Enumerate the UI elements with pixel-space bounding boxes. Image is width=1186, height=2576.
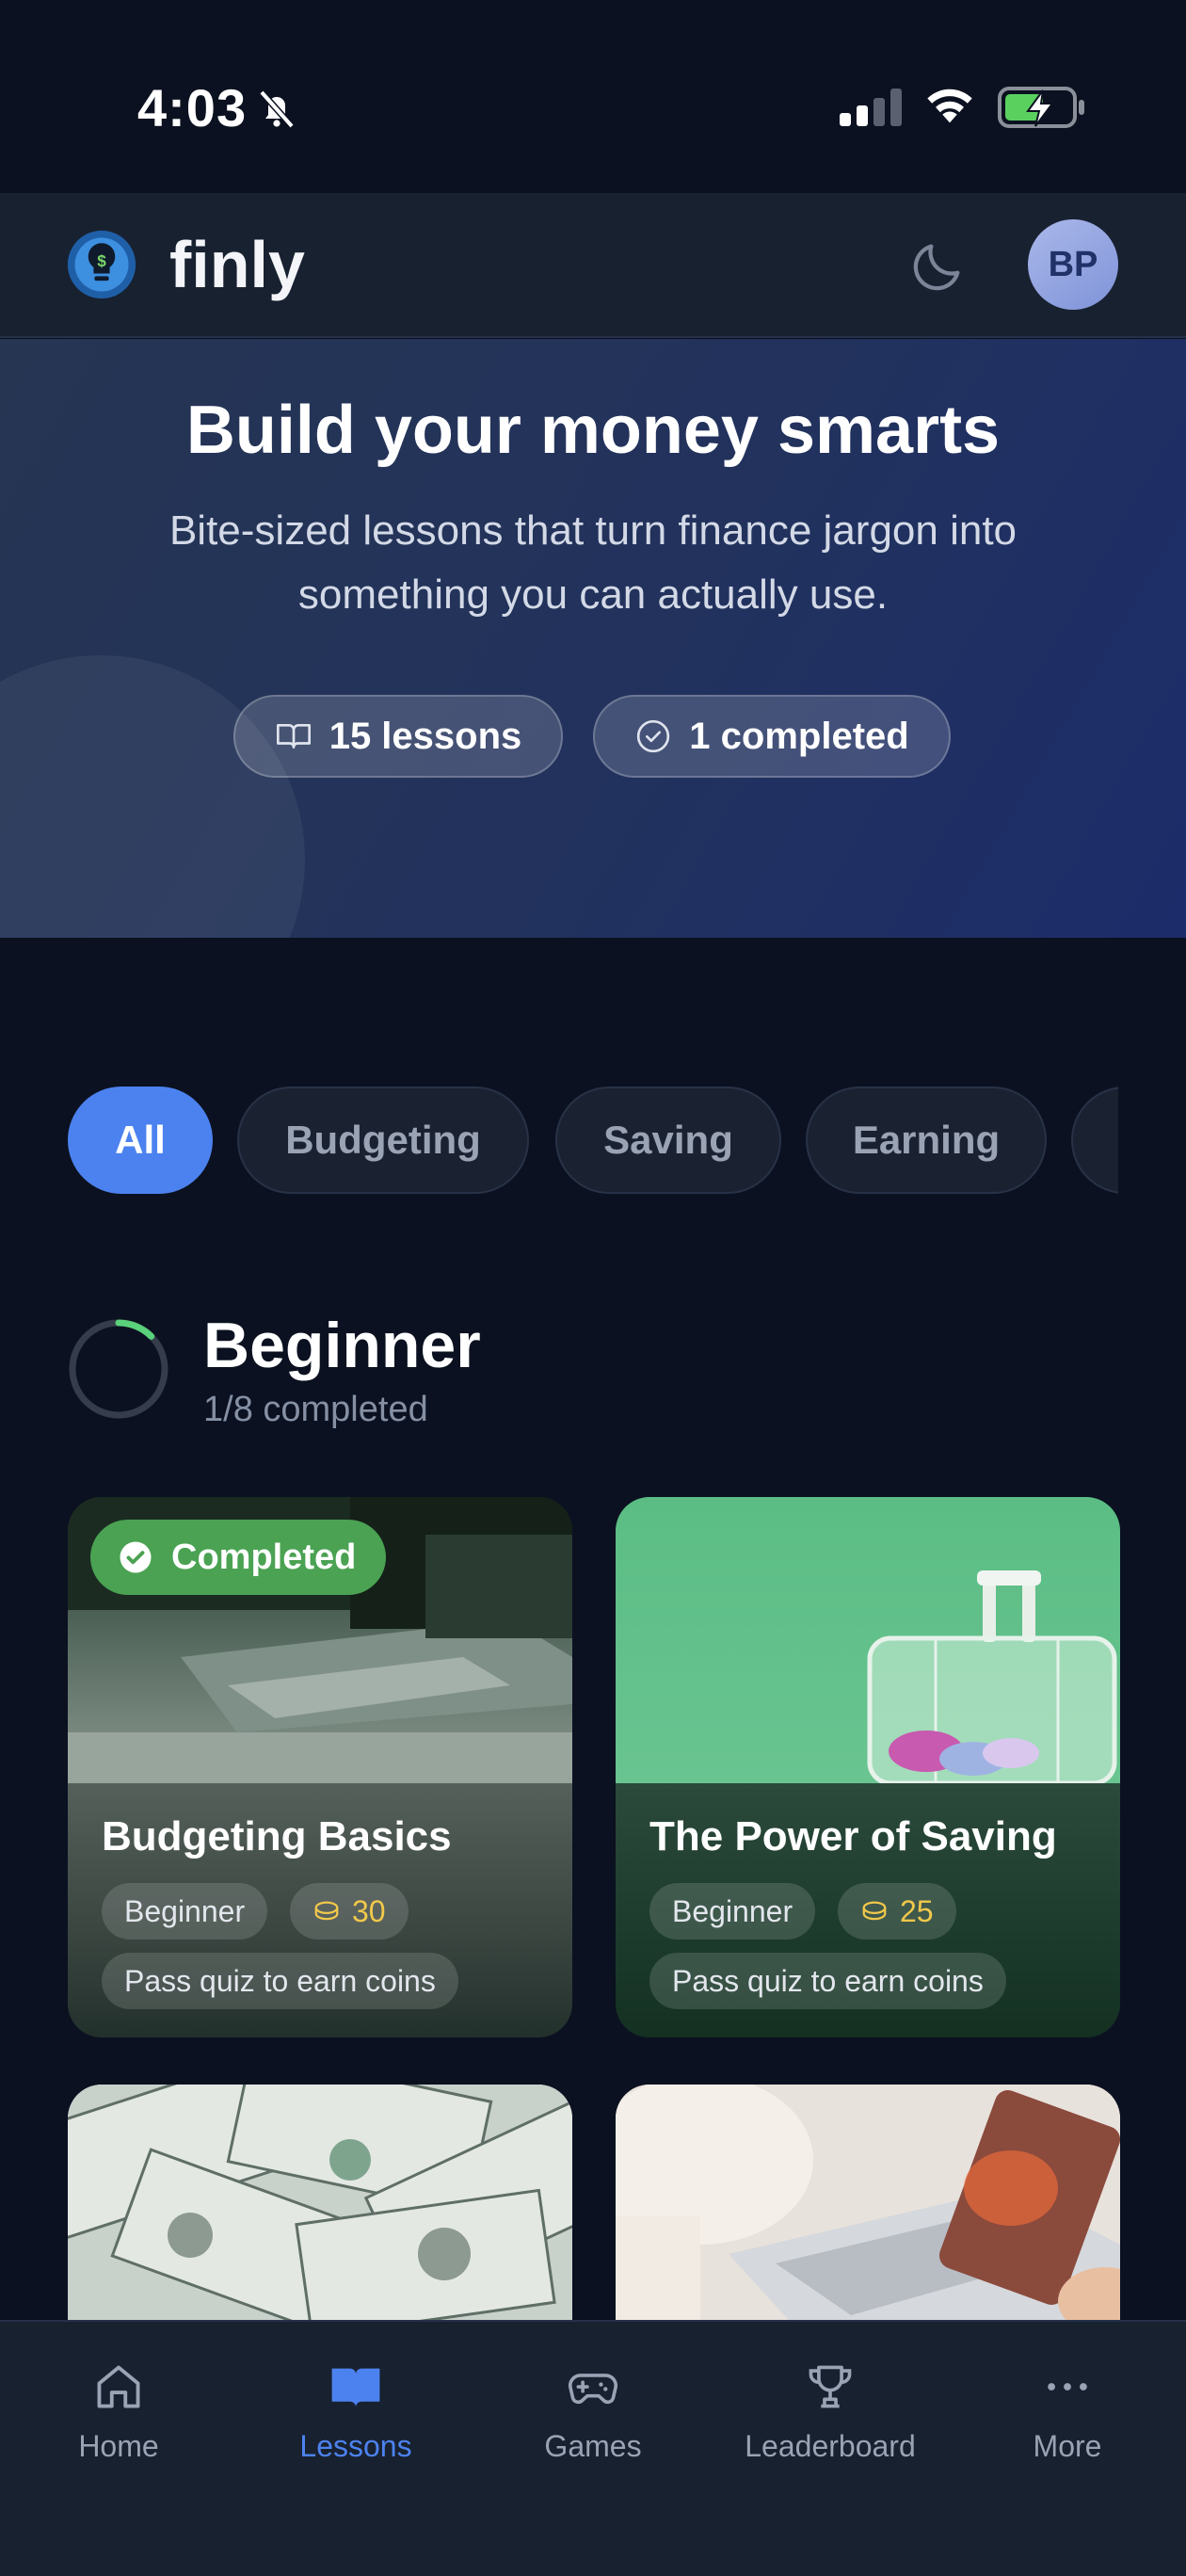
- section-progress-label: 1/8 completed: [203, 1390, 428, 1429]
- coins-tag: 25: [838, 1883, 956, 1940]
- completed-badge: Completed: [90, 1520, 386, 1595]
- level-tag: Beginner: [102, 1883, 268, 1940]
- signal-icon: [840, 89, 902, 126]
- lesson-image: Completed: [68, 1497, 572, 1783]
- bell-slash-icon: [259, 89, 295, 129]
- tab-lessons[interactable]: Lessons: [243, 2359, 469, 2472]
- svg-text:$: $: [97, 252, 106, 270]
- app-name: finly: [169, 228, 305, 301]
- tab-more-label: More: [1033, 2429, 1102, 2463]
- lessons-count-label: 15 lessons: [329, 715, 522, 757]
- quiz-tag: Pass quiz to earn coins: [649, 1953, 1006, 2009]
- lesson-image: [616, 1497, 1120, 1783]
- book-icon: [331, 2368, 380, 2407]
- trophy-icon: [809, 2365, 852, 2408]
- avatar[interactable]: BP: [1028, 219, 1118, 310]
- tab-games[interactable]: Games: [480, 2359, 706, 2472]
- more-icon: [1048, 2383, 1087, 2391]
- section-title: Beginner: [203, 1310, 481, 1381]
- lesson-card-body: Budgeting Basics Beginner 30 Pass quiz t…: [68, 1783, 572, 2037]
- tab-leaderboard[interactable]: Leaderboard: [717, 2359, 943, 2472]
- home-icon: [97, 2365, 140, 2408]
- status-time: 4:03: [137, 78, 248, 137]
- level-tag: Beginner: [649, 1883, 816, 1940]
- app-header: $ finly BP: [0, 193, 1186, 338]
- tab-leaderboard-label: Leaderboard: [745, 2429, 916, 2463]
- category-filter-row: All Budgeting Saving Earning: [68, 1087, 1118, 1194]
- hero-banner: Build your money smarts Bite-sized lesso…: [0, 339, 1186, 938]
- filter-next[interactable]: [1071, 1087, 1118, 1194]
- tab-lessons-label: Lessons: [299, 2429, 412, 2463]
- lesson-card-power-of-saving[interactable]: The Power of Saving Beginner 25 Pass qui…: [616, 1497, 1120, 2037]
- completed-badge-label: Completed: [171, 1537, 357, 1577]
- tab-home[interactable]: Home: [6, 2359, 232, 2472]
- section-progress-ring: [69, 1319, 168, 1419]
- logo-icon: $: [67, 230, 136, 299]
- lesson-card-budgeting-basics[interactable]: Completed Budgeting Basics Beginner 30 P…: [68, 1497, 572, 2037]
- status-bar: 4:03: [0, 0, 1186, 193]
- completed-count-label: 1 completed: [689, 715, 909, 757]
- bottom-tab-bar: Home Lessons Games Leaderboard More: [0, 2320, 1186, 2576]
- filter-all[interactable]: All: [68, 1087, 213, 1194]
- gamepad-icon: [569, 2374, 617, 2405]
- lesson-title: The Power of Saving: [649, 1813, 1057, 1860]
- tab-games-label: Games: [544, 2429, 642, 2463]
- battery-charging-icon: [998, 87, 1084, 128]
- hero-title: Build your money smarts: [185, 393, 1001, 468]
- hero-subtitle: Bite-sized lessons that turn finance jar…: [168, 507, 1018, 618]
- coins-value: 25: [900, 1893, 934, 1928]
- filter-budgeting[interactable]: Budgeting: [237, 1087, 529, 1194]
- coin-icon: [314, 1901, 339, 1921]
- moon-icon[interactable]: [907, 236, 968, 297]
- check-circle-icon: [120, 1541, 152, 1573]
- lessons-count-chip: 15 lessons: [233, 695, 563, 778]
- completed-count-chip: 1 completed: [593, 695, 951, 778]
- suitcase-photo: [867, 1570, 1117, 1783]
- book-open-icon: [276, 724, 311, 749]
- coins-tag: 30: [290, 1883, 409, 1940]
- tab-home-label: Home: [78, 2429, 159, 2463]
- lesson-title: Budgeting Basics: [102, 1813, 452, 1860]
- filter-saving[interactable]: Saving: [555, 1087, 781, 1194]
- wifi-icon: [927, 89, 972, 123]
- filter-earning[interactable]: Earning: [806, 1087, 1047, 1194]
- coins-value: 30: [352, 1893, 386, 1928]
- check-circle-icon: [637, 719, 670, 753]
- lesson-card-body: The Power of Saving Beginner 25 Pass qui…: [616, 1783, 1120, 2037]
- tab-more[interactable]: More: [954, 2359, 1180, 2472]
- quiz-tag: Pass quiz to earn coins: [102, 1953, 458, 2009]
- coin-icon: [862, 1901, 887, 1921]
